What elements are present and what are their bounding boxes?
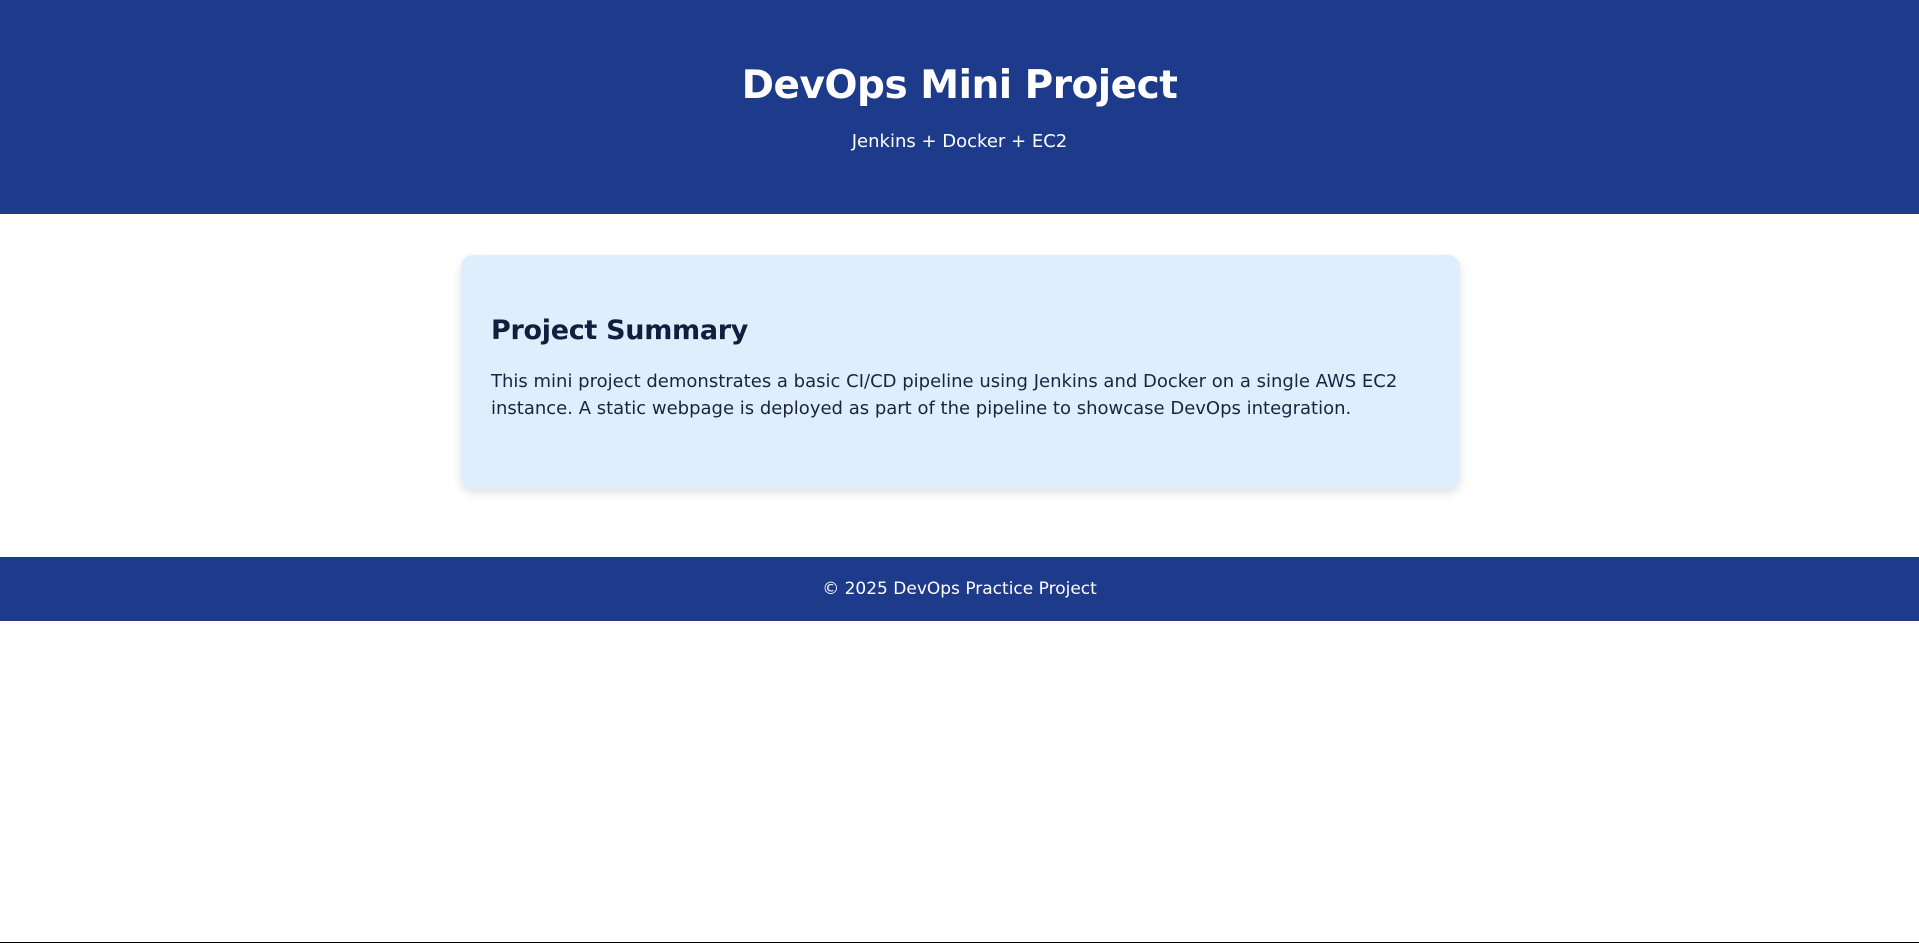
site-title: DevOps Mini Project (741, 63, 1178, 108)
project-summary-heading: Project Summary (491, 315, 749, 346)
project-summary-card: Project Summary This mini project demons… (461, 255, 1460, 489)
footer-copyright: © 2025 DevOps Practice Project (822, 579, 1097, 599)
page: DevOps Mini Project Jenkins + Docker + E… (0, 0, 1919, 943)
main-content: Project Summary This mini project demons… (0, 214, 1919, 557)
site-header: DevOps Mini Project Jenkins + Docker + E… (0, 0, 1919, 214)
project-summary-text: This mini project demonstrates a basic C… (491, 371, 1398, 419)
site-subtitle: Jenkins + Docker + EC2 (851, 131, 1068, 152)
site-footer: © 2025 DevOps Practice Project (0, 557, 1919, 621)
